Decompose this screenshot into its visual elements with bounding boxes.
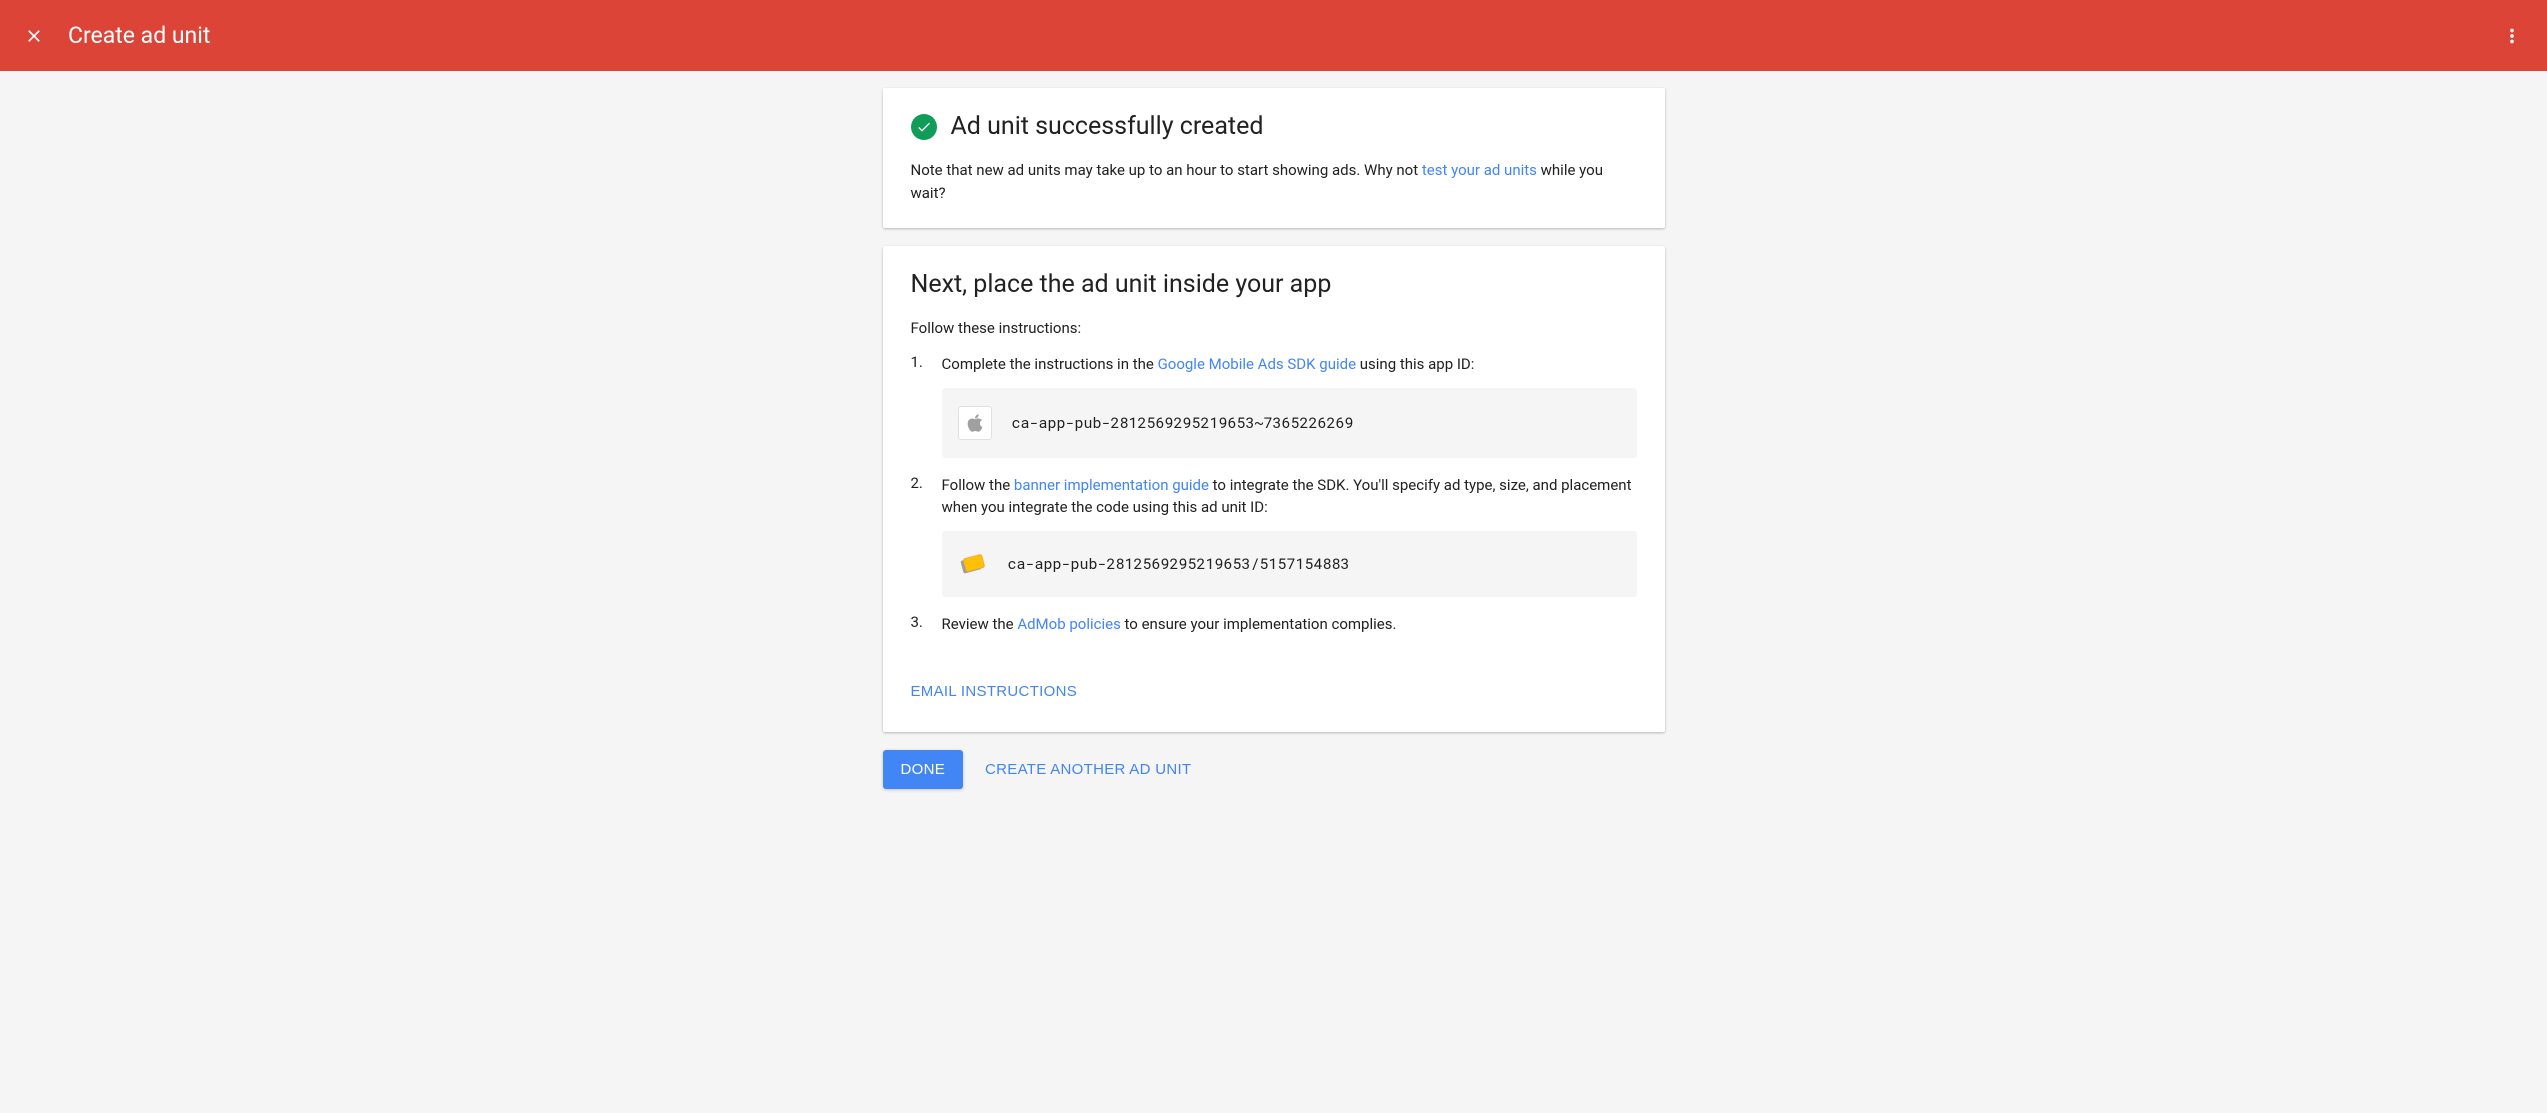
success-card: Ad unit successfully created Note that n… <box>883 88 1665 228</box>
instruction-content: Follow the banner implementation guide t… <box>942 474 1637 597</box>
apple-icon <box>958 406 992 440</box>
instruction-text: Follow the banner implementation guide t… <box>942 474 1637 519</box>
ad-tag-icon <box>958 549 988 579</box>
instruction-item-3: 3. Review the AdMob policies to ensure y… <box>911 613 1637 636</box>
instruction-list: 1. Complete the instructions in the Goog… <box>911 353 1637 635</box>
instruction-number: 2. <box>911 474 927 597</box>
instruction-text: Review the AdMob policies to ensure your… <box>942 613 1637 636</box>
admob-policies-link[interactable]: AdMob policies <box>1017 615 1121 633</box>
instruction-item-1: 1. Complete the instructions in the Goog… <box>911 353 1637 458</box>
header-left: Create ad unit <box>24 22 210 49</box>
next-title: Next, place the ad unit inside your app <box>911 270 1637 299</box>
done-button[interactable]: DONE <box>883 750 964 789</box>
instruction-content: Complete the instructions in the Google … <box>942 353 1637 458</box>
page-title: Create ad unit <box>68 22 210 49</box>
text-before: Complete the instructions in the <box>942 355 1158 373</box>
text-before: Review the <box>942 615 1018 633</box>
more-vert-icon[interactable] <box>2501 25 2523 47</box>
banner-guide-link[interactable]: banner implementation guide <box>1014 476 1209 494</box>
sdk-guide-link[interactable]: Google Mobile Ads SDK guide <box>1158 355 1356 373</box>
check-circle-icon <box>911 114 937 140</box>
success-header: Ad unit successfully created <box>911 112 1637 141</box>
ad-unit-id-code-box: ca-app-pub-2812569295219653/5157154883 <box>942 531 1637 597</box>
dialog-header: Create ad unit <box>0 0 2547 71</box>
success-note: Note that new ad units may take up to an… <box>911 159 1637 204</box>
test-ad-units-link[interactable]: test your ad units <box>1422 161 1537 179</box>
follow-text: Follow these instructions: <box>911 319 1637 337</box>
instruction-item-2: 2. Follow the banner implementation guid… <box>911 474 1637 597</box>
text-after: to ensure your implementation complies. <box>1121 615 1397 633</box>
instruction-content: Review the AdMob policies to ensure your… <box>942 613 1637 636</box>
instruction-number: 3. <box>911 613 927 636</box>
email-instructions-button[interactable]: EMAIL INSTRUCTIONS <box>911 675 1078 708</box>
instruction-text: Complete the instructions in the Google … <box>942 353 1637 376</box>
content-area: Ad unit successfully created Note that n… <box>883 71 1665 789</box>
note-text-before: Note that new ad units may take up to an… <box>911 161 1422 179</box>
close-icon[interactable] <box>24 26 44 46</box>
app-id-text: ca-app-pub-2812569295219653~7365226269 <box>1012 413 1354 433</box>
instruction-number: 1. <box>911 353 927 458</box>
success-title: Ad unit successfully created <box>951 112 1264 141</box>
text-before: Follow the <box>942 476 1014 494</box>
instructions-card: Next, place the ad unit inside your app … <box>883 246 1665 732</box>
text-after: using this app ID: <box>1356 355 1474 373</box>
button-row: DONE CREATE ANOTHER AD UNIT <box>883 750 1665 789</box>
ad-unit-id-text: ca-app-pub-2812569295219653/5157154883 <box>1008 554 1350 574</box>
app-id-code-box: ca-app-pub-2812569295219653~7365226269 <box>942 388 1637 458</box>
create-another-button[interactable]: CREATE ANOTHER AD UNIT <box>981 750 1195 789</box>
